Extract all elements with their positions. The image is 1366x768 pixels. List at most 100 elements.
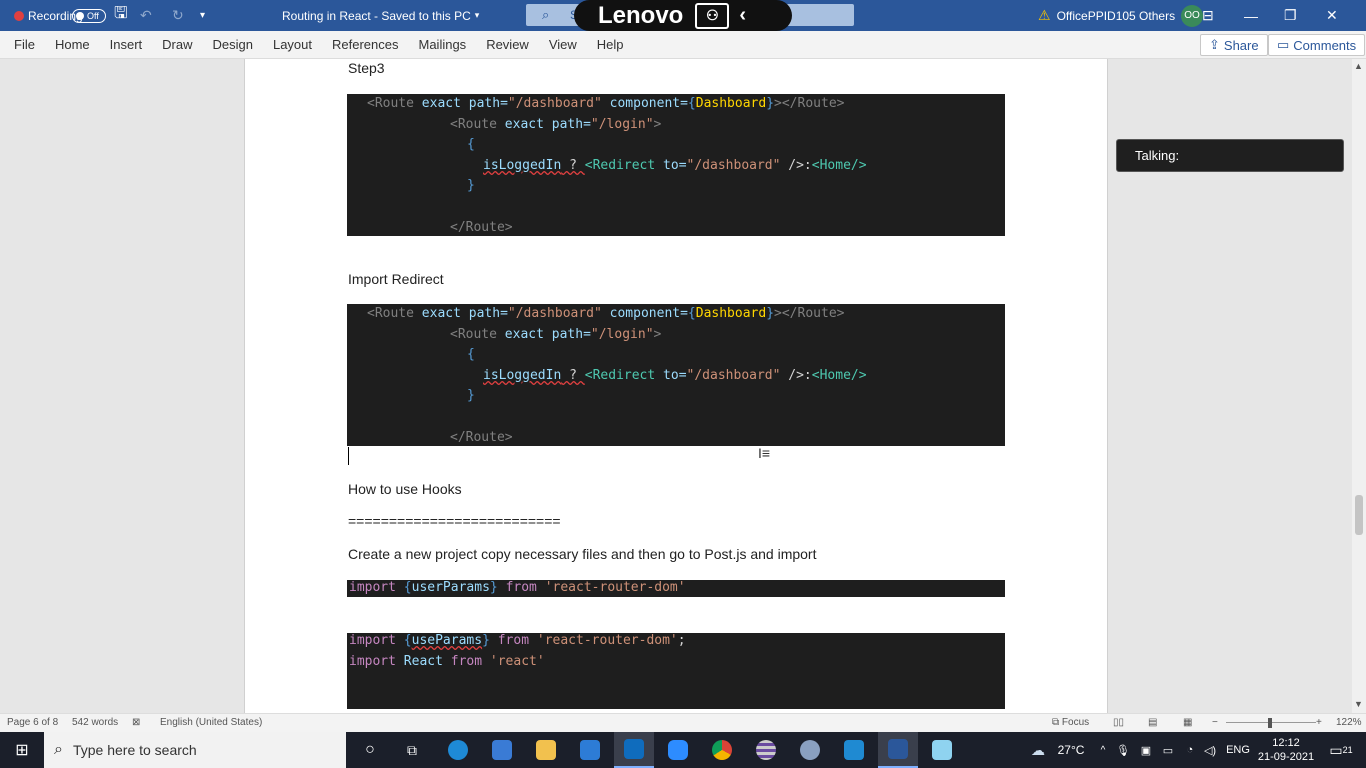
close-icon[interactable]: ✕ [1326,0,1366,31]
scroll-thumb[interactable] [1355,495,1363,535]
taskbar-search[interactable]: ⌕ Type here to search [44,732,346,768]
ribbon-menu: File Home Insert Draw Design Layout Refe… [0,31,1366,59]
page-count[interactable]: Page 6 of 8 [7,717,58,728]
menu-draw[interactable]: Draw [152,37,202,52]
taskbar: ⊞ ⌕ Type here to search ○ ⧉ ☁ 27°C ^ 🎙 ▣… [0,732,1366,768]
code-block-3: import {userParams} from 'react-router-d… [347,580,1005,597]
restore-icon[interactable]: ❐ [1284,0,1324,31]
web-layout-icon[interactable]: ▦ [1183,717,1192,728]
camera-icon[interactable]: ▣ [1138,732,1154,768]
scroll-down-icon[interactable]: ▼ [1354,699,1363,709]
app-icon-notes[interactable] [928,732,956,768]
task-view-icon[interactable]: ⧉ [398,732,426,768]
ribbon-display-icon[interactable]: ⊟ [1202,0,1242,31]
presenter-icon[interactable]: ⚇ [695,2,730,29]
menu-file[interactable]: File [0,37,45,52]
minimize-icon[interactable]: — [1244,0,1284,31]
document-title[interactable]: Routing in React - Saved to this PC ▾ [282,0,479,31]
comments-button[interactable]: ▭ Comments [1268,34,1366,56]
redo-icon[interactable]: ↻ [172,0,184,31]
code-block-2: <Route exact path="/dashboard" component… [347,304,1005,446]
language[interactable]: English (United States) [160,717,262,728]
zoom-out-icon[interactable]: − [1212,717,1218,728]
share-button[interactable]: ⇪ Share [1200,34,1268,56]
menu-review[interactable]: Review [476,37,539,52]
chevron-left-icon[interactable]: ‹ [739,4,746,27]
cortana-icon[interactable]: ○ [356,732,384,768]
proofing-icon[interactable]: ⊠ [132,717,140,728]
notifications-button[interactable]: ▭ 21 [1326,732,1356,768]
status-bar: Page 6 of 8 542 words ⊠ English (United … [0,713,1366,732]
menu-mailings[interactable]: Mailings [409,37,477,52]
account-area[interactable]: ⚠ OfficePPID105 Others OO [1038,0,1204,31]
undo-icon[interactable]: ↶ [140,0,152,31]
avatar[interactable]: OO [1181,4,1204,27]
taskbar-search-placeholder: Type here to search [72,742,197,758]
code-block-4: import {useParams} from 'react-router-do… [347,633,1005,709]
code-block-1: <Route exact path="/dashboard" component… [347,94,1005,236]
lenovo-overlay: Lenovo ⚇ ‹ [574,0,792,31]
volume-icon[interactable]: ◁) [1202,732,1218,768]
notification-count: 21 [1342,745,1353,755]
comment-icon: ▭ [1277,37,1290,52]
menu-design[interactable]: Design [203,37,263,52]
vertical-scrollbar[interactable]: ▲ ▼ [1352,59,1366,713]
menu-home[interactable]: Home [45,37,100,52]
zoom-level[interactable]: 122% [1336,717,1362,728]
search-icon: ⌕ [542,7,550,22]
heading-import-redirect: Import Redirect [348,271,444,287]
battery-icon[interactable]: ▭ [1160,732,1176,768]
chrome-icon[interactable] [708,732,736,768]
menu-references[interactable]: References [322,37,408,52]
autosave-toggle[interactable]: Off [68,0,106,31]
account-name: OfficePPID105 Others [1056,8,1176,23]
language-indicator[interactable]: ENG [1224,732,1252,768]
weather-icon[interactable]: ☁ [1026,732,1050,768]
windows-start-icon[interactable]: ⊞ [0,732,44,768]
vscode-icon[interactable] [840,732,868,768]
word-count[interactable]: 542 words [72,717,118,728]
clock[interactable]: 12:12 21-09-2021 [1254,732,1318,768]
menu-layout[interactable]: Layout [263,37,322,52]
save-icon[interactable]: 🖫 [114,0,128,31]
chevron-up-icon[interactable]: ^ [1096,732,1110,768]
menu-help[interactable]: Help [587,37,634,52]
notification-icon: ▭ [1329,741,1343,758]
wifi-icon[interactable]: ◔ [1182,732,1198,768]
zoom-in-icon[interactable]: + [1316,717,1322,728]
title-bar: Recording Off 🖫 ↶ ↻ ▾ Routing in React -… [0,0,1366,31]
customize-toolbar-icon[interactable]: ▾ [200,0,205,31]
file-explorer-icon[interactable] [532,732,560,768]
menu-insert[interactable]: Insert [100,37,153,52]
print-layout-icon[interactable]: ▤ [1148,717,1157,728]
document-page[interactable]: Step3 <Route exact path="/dashboard" com… [244,59,1108,713]
body-text: Create a new project copy necessary file… [348,546,817,562]
text-cursor [348,447,349,465]
app-icon-satellite[interactable] [796,732,824,768]
read-mode-icon[interactable]: ▯▯ [1113,717,1124,728]
heading-hooks: How to use Hooks [348,481,462,497]
mail-icon[interactable] [576,732,604,768]
zoom-app-icon[interactable] [664,732,692,768]
warning-icon: ⚠ [1038,7,1051,23]
scroll-up-icon[interactable]: ▲ [1354,61,1363,71]
temperature[interactable]: 27°C [1054,732,1088,768]
app-icon-striped[interactable] [752,732,780,768]
separator-line: ========================== [348,513,561,529]
microphone-icon[interactable]: 🎙 [1116,732,1130,768]
outlook-icon[interactable] [614,732,654,768]
zoom-slider-thumb[interactable] [1268,718,1272,728]
store-icon[interactable] [488,732,516,768]
edge-icon[interactable] [444,732,472,768]
word-icon[interactable] [878,732,918,768]
autosave-state: Off [87,10,99,21]
heading-step3: Step3 [348,60,385,76]
talking-popup: Talking: [1116,139,1344,172]
clock-date: 21-09-2021 [1257,751,1315,763]
search-icon: ⌕ [54,741,63,758]
ibeam-cursor-icon: I≡ [758,445,771,461]
focus-button[interactable]: ⧉ Focus [1052,717,1089,728]
toggle-knob-icon [76,11,84,20]
menu-view[interactable]: View [539,37,587,52]
focus-icon: ⧉ [1052,717,1062,728]
